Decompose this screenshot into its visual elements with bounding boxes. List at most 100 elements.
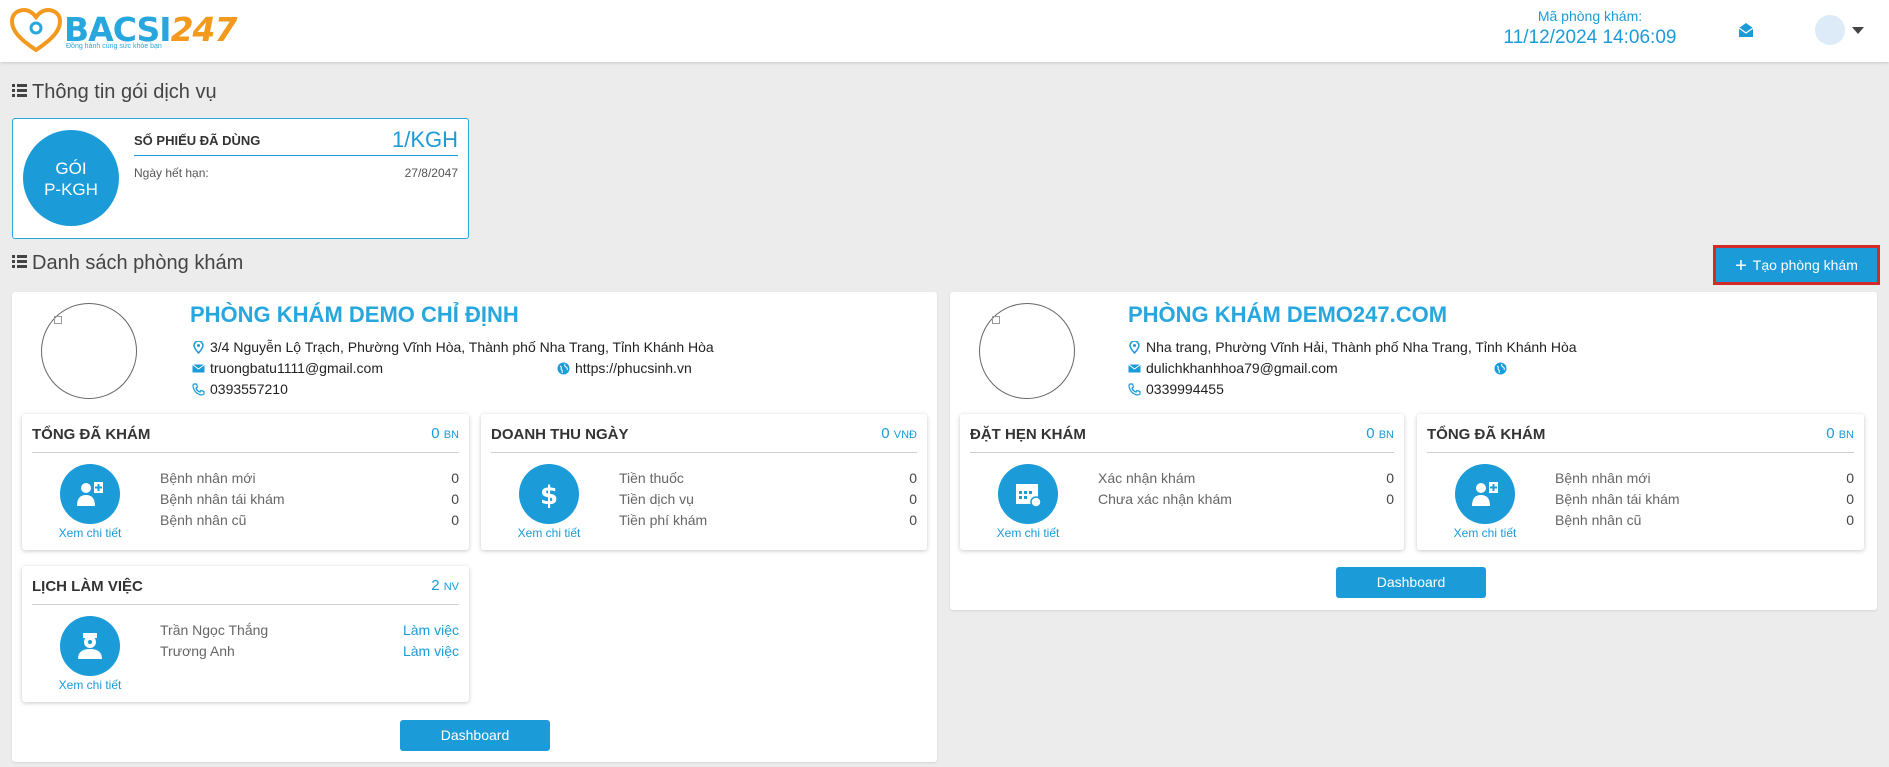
divider: [32, 604, 459, 605]
stat-row-value: 0: [1846, 470, 1854, 486]
stat-total: 0 VNĐ: [881, 425, 917, 442]
view-detail-link[interactable]: Xem chi tiết: [1435, 526, 1535, 540]
stat-row-value: 0: [909, 512, 917, 528]
current-datetime: 11/12/2024 14:06:09: [1503, 27, 1677, 48]
stat-row-label: Bệnh nhân mới: [1555, 470, 1651, 486]
stat-row-label: Bệnh nhân mới: [160, 470, 256, 486]
logo-slogan: Đồng hành cùng sức khỏe bạn: [66, 43, 162, 50]
map-pin-icon: [193, 340, 204, 355]
stat-title: ĐẶT HẸN KHÁM: [970, 426, 1086, 443]
broken-image-icon: [992, 316, 1000, 324]
divider: [1427, 452, 1854, 453]
stat-title: DOANH THU NGÀY: [491, 426, 629, 443]
clinic-logo: [41, 303, 137, 399]
clinic-email: truongbatu1111@gmail.com: [192, 360, 383, 376]
view-detail-link[interactable]: Xem chi tiết: [978, 526, 1078, 540]
stat-row-label: Bệnh nhân tái khám: [160, 491, 285, 507]
dashboard-button[interactable]: Dashboard: [1336, 567, 1486, 598]
used-count-value: 1/KGH: [391, 127, 458, 152]
plus-icon: +: [1735, 255, 1747, 277]
divider: [970, 452, 1394, 453]
heart-logo-icon: [10, 8, 62, 53]
view-detail-link[interactable]: Xem chi tiết: [40, 678, 140, 692]
phone-icon: [192, 383, 205, 396]
stat-row-value: 0: [909, 470, 917, 486]
stat-title: LỊCH LÀM VIỆC: [32, 578, 143, 595]
expiry-label: Ngày hết hạn:: [134, 166, 209, 180]
clinic-phone: 0393557210: [192, 381, 288, 397]
email-icon: [192, 364, 205, 373]
staff-status[interactable]: Làm việc: [403, 643, 459, 659]
stat-row-label: Xác nhận khám: [1098, 470, 1196, 486]
stat-total: 0 BN: [431, 425, 459, 442]
clinic-card: PHÒNG KHÁM DEMO247.COM Nha trang, Phường…: [950, 292, 1877, 610]
staff-status[interactable]: Làm việc: [403, 622, 459, 638]
stat-row-value: 0: [1386, 470, 1394, 486]
clinic-card: PHÒNG KHÁM DEMO CHỈ ĐỊNH 3/4 Nguyễn Lộ T…: [12, 292, 937, 762]
stat-row-value: 0: [451, 470, 459, 486]
map-pin-icon: [1129, 340, 1140, 355]
dollar-icon[interactable]: $: [519, 464, 579, 524]
staff-name: Trần Ngọc Thắng: [160, 622, 269, 638]
avatar-icon: [1815, 15, 1845, 45]
svg-text:$: $: [540, 481, 558, 509]
user-menu[interactable]: [1815, 15, 1865, 45]
view-detail-link[interactable]: Xem chi tiết: [499, 526, 599, 540]
stat-total: 0 BN: [1826, 425, 1854, 442]
stat-row-label: Chưa xác nhận khám: [1098, 491, 1232, 507]
doctor-patient-icon[interactable]: [1455, 464, 1515, 524]
globe-icon: [1494, 362, 1507, 375]
stat-row-label: Bệnh nhân tái khám: [1555, 491, 1680, 507]
appointments-box: ĐẶT HẸN KHÁM 0 BN Xem chi tiết Xác nhận …: [960, 414, 1404, 550]
list-icon: [12, 255, 27, 268]
clinic-website[interactable]: [1494, 360, 1512, 376]
clinic-address: Nha trang, Phường Vĩnh Hải, Thành phố Nh…: [1128, 339, 1577, 355]
calendar-icon[interactable]: [998, 464, 1058, 524]
dashboard-button[interactable]: Dashboard: [400, 720, 550, 751]
clinic-email: dulichkhanhhoa79@gmail.com: [1128, 360, 1338, 376]
daily-revenue-box: DOANH THU NGÀY 0 VNĐ $ Xem chi tiết Tiền…: [481, 414, 927, 550]
top-bar: BACSI247 Đồng hành cùng sức khỏe bạn Mã …: [0, 0, 1889, 62]
broken-image-icon: [54, 316, 62, 324]
phone-icon: [1128, 383, 1141, 396]
stat-title: TỔNG ĐÃ KHÁM: [1427, 426, 1546, 443]
stat-row-value: 0: [1846, 491, 1854, 507]
globe-icon: [557, 362, 570, 375]
stat-row-value: 0: [451, 512, 459, 528]
nurse-icon[interactable]: [60, 616, 120, 676]
package-badge: GÓI P-KGH: [23, 130, 119, 226]
stat-total: 0 BN: [1366, 425, 1394, 442]
clinic-list-title: Danh sách phòng khám: [12, 252, 243, 275]
mail-icon[interactable]: [1738, 22, 1754, 38]
total-exams-box: TỔNG ĐÃ KHÁM 0 BN Xem chi tiết Bệnh nhân…: [22, 414, 469, 550]
clinic-name[interactable]: PHÒNG KHÁM DEMO CHỈ ĐỊNH: [190, 302, 519, 328]
divider: [32, 452, 459, 453]
create-clinic-button[interactable]: + Tạo phòng khám: [1713, 245, 1880, 285]
stat-row-label: Bệnh nhân cũ: [1555, 512, 1642, 528]
email-icon: [1128, 364, 1141, 373]
divider: [134, 155, 458, 156]
stat-row-value: 0: [451, 491, 459, 507]
stat-row-value: 0: [1386, 491, 1394, 507]
view-detail-link[interactable]: Xem chi tiết: [40, 526, 140, 540]
clinic-address: 3/4 Nguyễn Lộ Trạch, Phường Vĩnh Hòa, Th…: [192, 339, 714, 355]
stat-row-value: 0: [909, 491, 917, 507]
stat-row-label: Bệnh nhân cũ: [160, 512, 247, 528]
clinic-phone: 0339994455: [1128, 381, 1224, 397]
clinic-name[interactable]: PHÒNG KHÁM DEMO247.COM: [1128, 302, 1447, 328]
package-section-title: Thông tin gói dịch vụ: [12, 81, 217, 104]
stat-row-label: Tiền dịch vụ: [619, 491, 694, 507]
clinic-code-label: Mã phòng khám:: [1537, 8, 1643, 24]
doctor-patient-icon[interactable]: [60, 464, 120, 524]
stat-title: TỔNG ĐÃ KHÁM: [32, 426, 151, 443]
clinic-website[interactable]: https://phucsinh.vn: [557, 360, 692, 376]
caret-down-icon: [1852, 27, 1864, 34]
staff-name: Trương Anh: [160, 643, 235, 659]
bacsi247-logo[interactable]: BACSI247 Đồng hành cùng sức khỏe bạn: [10, 8, 237, 54]
total-exams-box: TỔNG ĐÃ KHÁM 0 BN Xem chi tiết Bệnh nhân…: [1417, 414, 1864, 550]
work-schedule-box: LỊCH LÀM VIỆC 2 NV Xem chi tiết Trần Ngọ…: [22, 566, 469, 702]
list-icon: [12, 84, 27, 97]
stat-row-value: 0: [1846, 512, 1854, 528]
stat-row-label: Tiền thuốc: [619, 470, 684, 486]
expiry-value: 27/8/2047: [404, 166, 458, 180]
